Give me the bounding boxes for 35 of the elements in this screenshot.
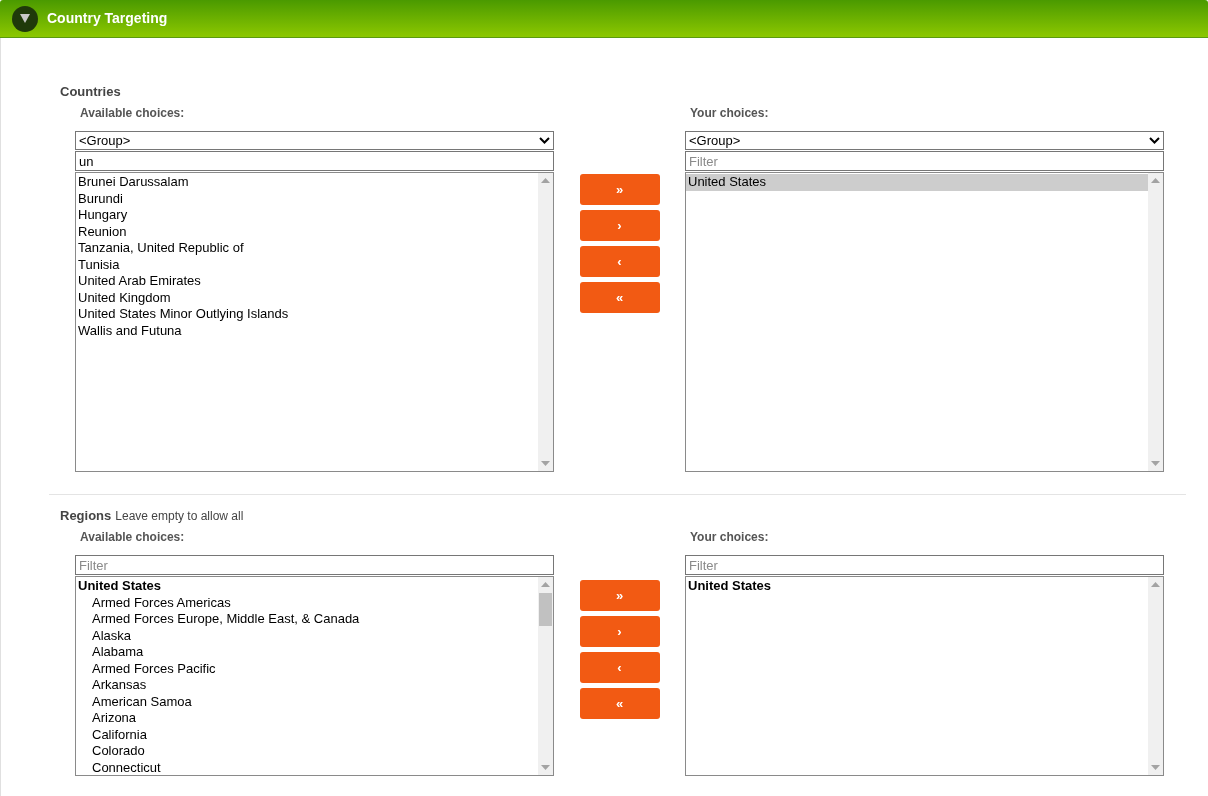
section-hint: Leave empty to allow all [115, 508, 244, 525]
scroll-up-icon[interactable] [541, 178, 550, 183]
list-box[interactable]: United States [685, 172, 1164, 472]
column-label: Your choices: [689, 105, 770, 122]
chevron-down-icon [1149, 137, 1160, 144]
filter-field[interactable]: un [75, 151, 554, 171]
chevron-down-icon [539, 137, 550, 144]
group-dropdown[interactable]: <Group> [75, 131, 554, 150]
list-box[interactable]: Brunei Darussalam Burundi Hungary Reunion Tanzania, United Republic of Tunisia United Arab Emirates United Kingdom United States Minor Outlying Islands Wallis and Futuna [75, 172, 554, 472]
list-box[interactable]: United States Armed Forces Americas Armed Forces Europe, Middle East, & Canada Alaska Alabama Armed Forces Pacific Arkansas American Samoa Arizona California Colorado Connecticut [75, 576, 554, 776]
scroll-up-icon[interactable] [541, 582, 550, 587]
scroll-down-icon[interactable] [541, 765, 550, 770]
column-label: Your choices: [689, 529, 770, 546]
list-option[interactable]: United States [686, 174, 1148, 191]
column-label: Available choices: [79, 105, 186, 122]
scrollbar[interactable] [1148, 577, 1163, 775]
scrollbar[interactable] [1148, 173, 1163, 471]
scroll-up-icon[interactable] [1151, 178, 1160, 183]
scroll-down-icon[interactable] [541, 461, 550, 466]
scrollbar[interactable] [538, 173, 553, 471]
group-dropdown[interactable]: <Group> [685, 131, 1164, 150]
column-label: Available choices: [79, 529, 186, 546]
scroll-up-icon[interactable] [1151, 582, 1160, 587]
scrollbar[interactable] [538, 577, 553, 775]
filter-field[interactable]: Filter [685, 151, 1164, 171]
scroll-down-icon[interactable] [1151, 765, 1160, 770]
scrollbar-thumb[interactable] [539, 593, 552, 626]
list-box[interactable]: United States [685, 576, 1164, 776]
panel-title: Country Targeting [47, 9, 168, 28]
collapse-toggle-icon[interactable] [12, 5, 38, 32]
section-title: Countries [60, 83, 121, 101]
scroll-down-icon[interactable] [1151, 461, 1160, 466]
section-title: Regions [60, 507, 112, 525]
filter-field[interactable]: Filter [75, 555, 554, 575]
filter-field[interactable]: Filter [685, 555, 1164, 575]
